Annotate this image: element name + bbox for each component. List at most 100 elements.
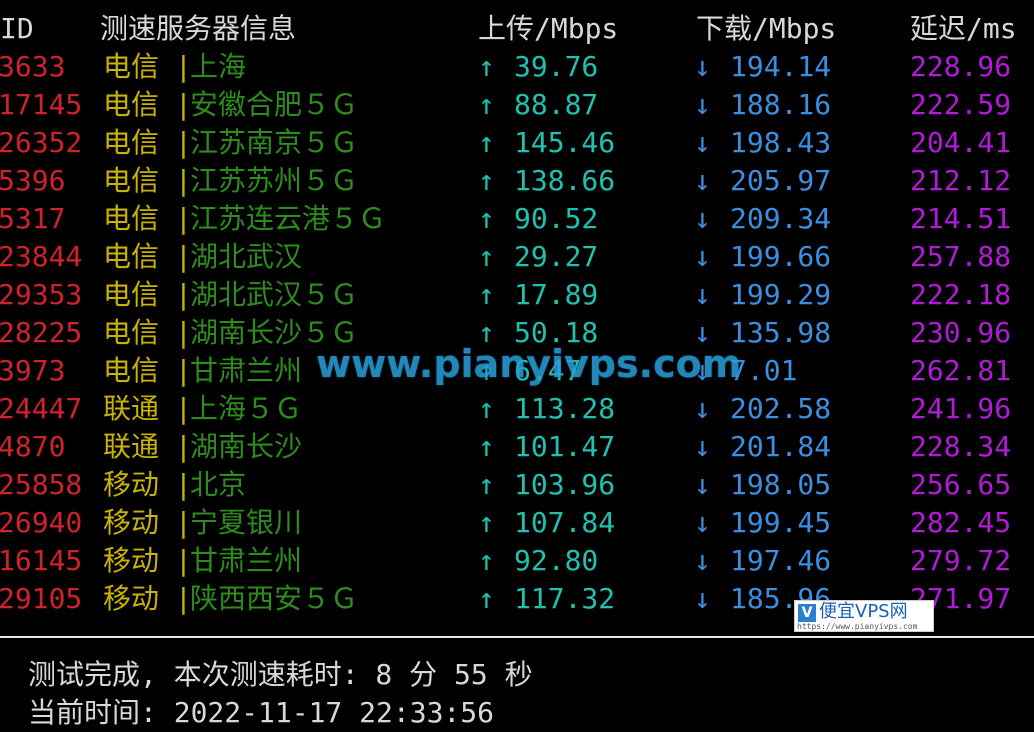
row-latency: 282.45 bbox=[910, 506, 1012, 539]
down-arrow-icon: ↓ bbox=[694, 392, 711, 425]
row-upload: 107.84 bbox=[514, 506, 616, 539]
up-arrow-icon: ↑ bbox=[478, 392, 495, 425]
up-arrow-icon: ↑ bbox=[478, 240, 495, 273]
row-latency: 204.41 bbox=[910, 126, 1012, 159]
up-arrow-icon: ↑ bbox=[478, 278, 495, 311]
row-city: 甘肃兰州 bbox=[190, 544, 303, 577]
row-id: 17145 bbox=[0, 88, 83, 121]
row-upload: 92.80 bbox=[514, 544, 599, 577]
v-logo-icon: V bbox=[798, 604, 816, 622]
down-arrow-icon: ↓ bbox=[694, 544, 711, 577]
row-id: 29353 bbox=[0, 278, 83, 311]
row-isp: 移动 bbox=[103, 582, 160, 615]
row-city: 湖南长沙 bbox=[190, 430, 303, 463]
up-arrow-icon: ↑ bbox=[478, 50, 495, 83]
row-upload: 101.47 bbox=[514, 430, 616, 463]
row-download: 135.98 bbox=[730, 316, 832, 349]
down-arrow-icon: ↓ bbox=[694, 164, 711, 197]
up-arrow-icon: ↑ bbox=[478, 164, 495, 197]
row-city: 甘肃兰州 bbox=[190, 354, 303, 387]
row-id: 16145 bbox=[0, 544, 83, 577]
up-arrow-icon: ↑ bbox=[478, 582, 495, 615]
down-arrow-icon: ↓ bbox=[694, 50, 711, 83]
up-arrow-icon: ↑ bbox=[478, 430, 495, 463]
row-isp: 电信 bbox=[103, 126, 160, 159]
row-latency: 228.34 bbox=[910, 430, 1012, 463]
row-latency: 222.59 bbox=[910, 88, 1012, 121]
down-arrow-icon: ↓ bbox=[694, 430, 711, 463]
row-upload: 103.96 bbox=[514, 468, 616, 501]
row-latency: 228.96 bbox=[910, 50, 1012, 83]
divider-line bbox=[0, 636, 1034, 638]
row-city: 上海５Ｇ bbox=[190, 392, 303, 425]
up-arrow-icon: ↑ bbox=[478, 88, 495, 121]
row-isp: 电信 bbox=[103, 164, 160, 197]
row-id: 3973 bbox=[0, 354, 66, 387]
row-latency: 256.65 bbox=[910, 468, 1012, 501]
row-latency: 262.81 bbox=[910, 354, 1012, 387]
row-isp: 电信 bbox=[103, 88, 160, 121]
row-id: 29105 bbox=[0, 582, 83, 615]
down-arrow-icon: ↓ bbox=[694, 506, 711, 539]
row-download: 198.43 bbox=[730, 126, 832, 159]
row-latency: 230.96 bbox=[910, 316, 1012, 349]
row-isp: 移动 bbox=[103, 468, 160, 501]
row-latency: 279.72 bbox=[910, 544, 1012, 577]
down-arrow-icon: ↓ bbox=[694, 126, 711, 159]
row-city: 江苏苏州５Ｇ bbox=[190, 164, 359, 197]
row-upload: 29.27 bbox=[514, 240, 599, 273]
row-id: 3633 bbox=[0, 50, 66, 83]
row-upload: 90.52 bbox=[514, 202, 599, 235]
row-id: 24447 bbox=[0, 392, 83, 425]
down-arrow-icon: ↓ bbox=[694, 202, 711, 235]
row-latency: 241.96 bbox=[910, 392, 1012, 425]
site-logo-badge: V 便宜VPS网 https://www.pianyivps.com bbox=[794, 600, 934, 632]
row-city: 湖北武汉 bbox=[190, 240, 303, 273]
up-arrow-icon: ↑ bbox=[478, 468, 495, 501]
up-arrow-icon: ↑ bbox=[478, 544, 495, 577]
row-isp: 联通 bbox=[103, 392, 160, 425]
row-download: 197.46 bbox=[730, 544, 832, 577]
row-download: 199.29 bbox=[730, 278, 832, 311]
row-download: 194.14 bbox=[730, 50, 832, 83]
row-id: 4870 bbox=[0, 430, 66, 463]
row-id: 25858 bbox=[0, 468, 83, 501]
row-upload: 113.28 bbox=[514, 392, 616, 425]
row-city: 陕西西安５Ｇ bbox=[190, 582, 359, 615]
header-server-info: 测速服务器信息 bbox=[100, 12, 297, 45]
row-city: 安徽合肥５Ｇ bbox=[190, 88, 359, 121]
row-isp: 电信 bbox=[103, 202, 160, 235]
row-download: 201.84 bbox=[730, 430, 832, 463]
row-latency: 212.12 bbox=[910, 164, 1012, 197]
row-isp: 电信 bbox=[103, 354, 160, 387]
row-download: 209.34 bbox=[730, 202, 832, 235]
test-complete-line: 测试完成, 本次测速耗时: 8 分 55 秒 bbox=[28, 658, 533, 691]
watermark-text: www.pianyivps.com bbox=[316, 342, 742, 386]
row-city: 宁夏银川 bbox=[190, 506, 303, 539]
row-id: 28225 bbox=[0, 316, 83, 349]
row-isp: 电信 bbox=[103, 50, 160, 83]
row-latency: 257.88 bbox=[910, 240, 1012, 273]
row-download: 205.97 bbox=[730, 164, 832, 197]
row-upload: 88.87 bbox=[514, 88, 599, 121]
row-upload: 39.76 bbox=[514, 50, 599, 83]
down-arrow-icon: ↓ bbox=[694, 468, 711, 501]
up-arrow-icon: ↑ bbox=[478, 202, 495, 235]
badge-title: 便宜VPS网 bbox=[819, 601, 908, 622]
row-download: 202.58 bbox=[730, 392, 832, 425]
row-download: 188.16 bbox=[730, 88, 832, 121]
row-download: 198.05 bbox=[730, 468, 832, 501]
row-download: 199.45 bbox=[730, 506, 832, 539]
row-upload: 138.66 bbox=[514, 164, 616, 197]
row-upload: 145.46 bbox=[514, 126, 616, 159]
row-download: 199.66 bbox=[730, 240, 832, 273]
badge-url: https://www.pianyivps.com bbox=[797, 622, 918, 631]
header-download: 下载/Mbps bbox=[696, 12, 837, 45]
row-city: 江苏连云港５Ｇ bbox=[190, 202, 387, 235]
row-isp: 电信 bbox=[103, 316, 160, 349]
row-isp: 电信 bbox=[103, 278, 160, 311]
up-arrow-icon: ↑ bbox=[478, 126, 495, 159]
row-city: 江苏南京５Ｇ bbox=[190, 126, 359, 159]
row-city: 北京 bbox=[190, 468, 247, 501]
down-arrow-icon: ↓ bbox=[694, 582, 711, 615]
